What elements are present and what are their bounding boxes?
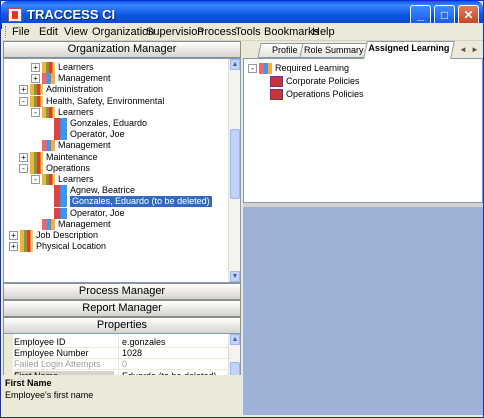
group-icon (30, 95, 43, 107)
process-manager-header[interactable]: Process Manager (3, 283, 241, 300)
property-value[interactable]: 0 (118, 359, 228, 371)
tree-scrollbar[interactable]: ▲ ▼ (228, 59, 240, 282)
menu-edit[interactable]: Edit (39, 26, 58, 38)
tree-node[interactable]: Management (58, 73, 111, 84)
course-node-operations[interactable]: Operations Policies (286, 89, 364, 100)
group-icon (30, 151, 43, 163)
person-icon (54, 196, 67, 208)
person-icon (54, 118, 67, 129)
group-icon (30, 162, 43, 174)
person-icon (54, 185, 67, 197)
tree-node[interactable]: Operator, Joe (70, 129, 125, 140)
tree-node[interactable]: Agnew, Beatrice (70, 185, 135, 196)
management-icon (42, 140, 55, 152)
menu-tools[interactable]: Tools (235, 26, 261, 38)
tab-role-summary[interactable]: Role Summary (299, 43, 369, 58)
menu-bar: File Edit View Organization Supervision … (2, 23, 483, 41)
group-icon (20, 241, 33, 253)
group-icon (20, 230, 33, 241)
property-row[interactable]: Employee ID e.gonzales (4, 337, 230, 348)
menu-file[interactable]: File (12, 26, 30, 38)
tree-node[interactable]: Maintenance (46, 152, 98, 163)
collapse-icon[interactable]: - (19, 163, 28, 173)
window-title: TRACCESS CI (27, 7, 116, 22)
report-manager-header[interactable]: Report Manager (3, 300, 241, 317)
property-value[interactable]: 1028 (118, 348, 228, 360)
required-learning-icon (259, 63, 272, 74)
course-icon (270, 89, 283, 100)
property-row[interactable]: Employee Number 1028 (4, 348, 230, 360)
tab-assigned-learning[interactable]: Assigned Learning (363, 41, 455, 59)
scroll-up-icon[interactable]: ▲ (230, 334, 240, 345)
organization-manager-header[interactable]: Organization Manager (3, 41, 241, 58)
menu-bookmarks[interactable]: Bookmarks (264, 26, 319, 38)
properties-header[interactable]: Properties (3, 317, 241, 334)
assigned-learning-tree[interactable]: - Required Learning Corporate Policies O… (243, 58, 483, 203)
menu-grip (5, 26, 8, 38)
tree-node[interactable]: Learners (58, 62, 94, 73)
expand-icon[interactable]: + (19, 85, 28, 95)
horizontal-splitter[interactable] (243, 203, 483, 207)
person-icon (54, 207, 67, 219)
expand-icon[interactable]: + (9, 242, 18, 252)
group-icon (42, 174, 55, 185)
collapse-icon[interactable]: - (31, 107, 40, 117)
collapse-icon[interactable]: - (248, 64, 257, 73)
group-icon (42, 106, 55, 118)
menu-view[interactable]: View (64, 26, 88, 38)
management-icon (42, 218, 55, 230)
course-icon (270, 76, 283, 87)
tree-node[interactable]: Gonzales, Eduardo (70, 118, 147, 129)
collapse-icon[interactable]: - (31, 175, 40, 184)
tree-node[interactable]: Operator, Joe (70, 208, 125, 219)
tree-node[interactable]: Administration (46, 84, 103, 95)
group-icon (42, 62, 55, 73)
management-icon (42, 73, 55, 85)
tab-right-icon[interactable]: ► (471, 45, 479, 54)
scroll-up-icon[interactable]: ▲ (230, 59, 240, 70)
tree-node[interactable]: Management (58, 140, 111, 151)
expand-icon[interactable]: + (31, 63, 40, 72)
tree-node[interactable]: Job Description (36, 230, 98, 241)
menu-help[interactable]: Help (312, 26, 335, 38)
tree-node[interactable]: Management (58, 219, 111, 230)
course-node-corporate[interactable]: Corporate Policies (286, 76, 360, 87)
required-learning-node[interactable]: Required Learning (275, 63, 349, 74)
expand-icon[interactable]: + (19, 152, 28, 162)
menu-process[interactable]: Process (197, 26, 237, 38)
property-name: Employee ID (14, 337, 66, 347)
scroll-thumb[interactable] (230, 129, 240, 199)
menu-supervision[interactable]: Supervision (146, 26, 203, 38)
expand-icon[interactable]: + (31, 74, 40, 84)
application-window: TRACCESS CI _ □ ✕ File Edit View Organiz… (0, 0, 484, 418)
organization-tree[interactable]: ▲ ▼ + Learners + Management + Administration -… (3, 58, 241, 283)
scroll-down-icon[interactable]: ▼ (230, 271, 240, 282)
tree-node[interactable]: Learners (58, 107, 94, 118)
left-pane: Organization Manager ▲ ▼ + Learners + Manag… (3, 41, 241, 415)
description-title: First Name (5, 378, 52, 388)
tab-left-icon[interactable]: ◄ (459, 45, 467, 54)
tree-node[interactable]: Gonzales, Eduardo (to be deleted) (70, 196, 212, 208)
person-icon (54, 129, 67, 141)
app-icon (8, 8, 22, 22)
right-pane: Profile Role Summary Assigned Learning ◄… (243, 41, 483, 415)
tree-node[interactable]: Health, Safety, Environmental (46, 96, 164, 107)
property-row[interactable]: Failed Login Attempts 0 (4, 359, 230, 371)
expand-icon[interactable]: + (9, 231, 18, 240)
property-description: First Name Employee's first name (3, 375, 241, 417)
property-value[interactable]: e.gonzales (118, 337, 228, 348)
tree-node[interactable]: Learners (58, 174, 94, 185)
property-name: Failed Login Attempts (14, 359, 101, 370)
tab-strip: Profile Role Summary Assigned Learning ◄… (243, 41, 483, 59)
collapse-icon[interactable]: - (19, 96, 28, 106)
description-text: Employee's first name (5, 390, 94, 400)
tree-node[interactable]: Physical Location (36, 241, 106, 252)
group-icon (30, 84, 43, 96)
tree-node[interactable]: Operations (46, 163, 90, 174)
property-name: Employee Number (14, 348, 89, 359)
